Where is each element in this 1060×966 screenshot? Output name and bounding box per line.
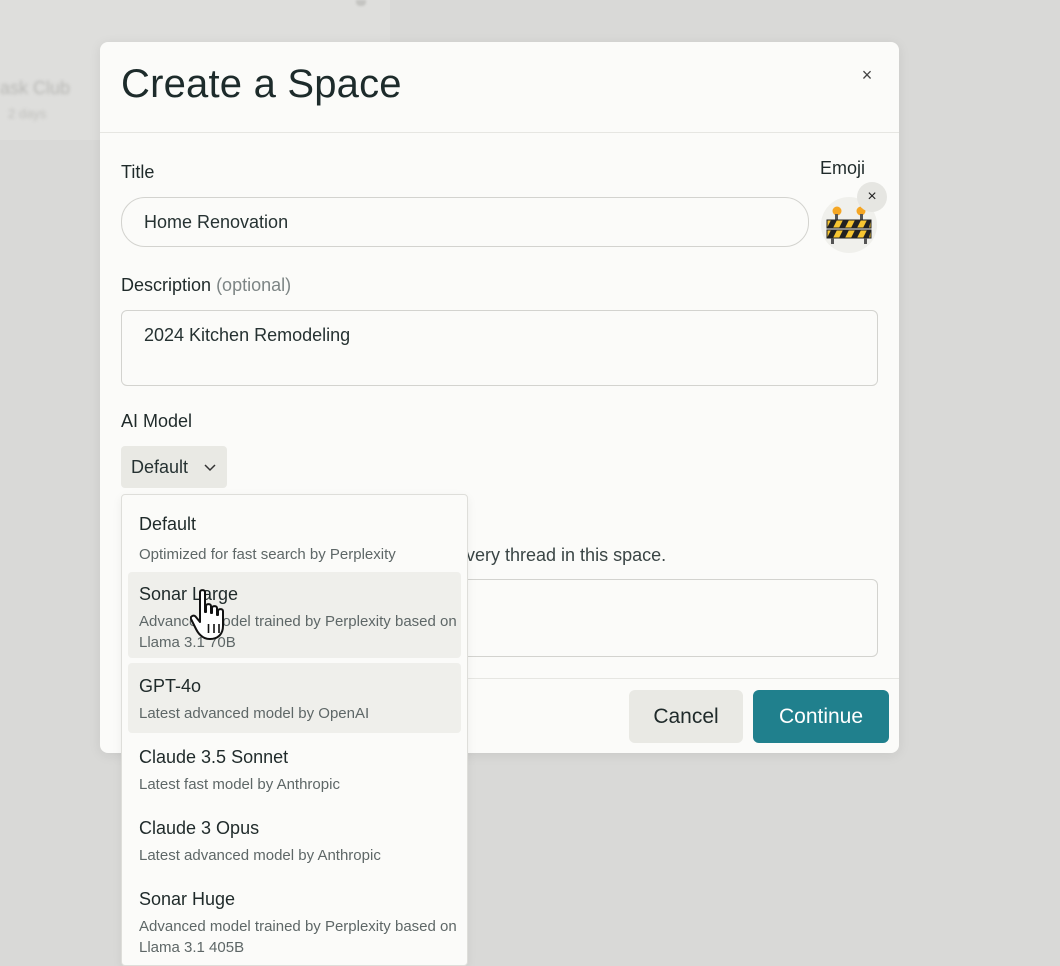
model-option-sonar-large[interactable]: Sonar Large Advanced model trained by Pe… bbox=[128, 572, 461, 658]
model-option-name: Sonar Large bbox=[139, 584, 239, 604]
ai-model-dropdown: Default Optimized for fast search by Per… bbox=[121, 494, 468, 966]
emoji-remove-button[interactable]: × bbox=[857, 182, 887, 212]
model-option-name: Default bbox=[139, 514, 197, 534]
model-option-claude-3-5-sonnet[interactable]: Claude 3.5 Sonnet Latest fast model by A… bbox=[128, 734, 461, 804]
model-option-sonar-huge[interactable]: Sonar Huge Advanced model trained by Per… bbox=[128, 876, 461, 962]
model-option-name: Sonar Huge bbox=[139, 889, 236, 909]
model-option-description: Advanced model trained by Perplexity bas… bbox=[139, 613, 457, 651]
model-option-description: Latest advanced model by OpenAI bbox=[139, 705, 370, 722]
chevron-down-icon bbox=[204, 464, 216, 472]
description-label-text: Description bbox=[121, 275, 212, 295]
model-option-name: GPT-4o bbox=[139, 676, 202, 696]
title-input[interactable]: Home Renovation bbox=[121, 197, 809, 247]
emoji-label: Emoji bbox=[820, 158, 866, 178]
ai-model-select[interactable]: Default bbox=[121, 446, 227, 488]
model-option-name: Claude 3 Opus bbox=[139, 818, 260, 838]
model-option-default[interactable]: Default Optimized for fast search by Per… bbox=[128, 501, 461, 567]
description-optional-text: (optional) bbox=[216, 275, 292, 295]
background-card-subtitle: 2 days bbox=[8, 106, 47, 121]
title-input-value: Home Renovation bbox=[144, 212, 289, 232]
close-icon[interactable]: × bbox=[856, 64, 878, 86]
model-option-claude-3-opus[interactable]: Claude 3 Opus Latest advanced model by A… bbox=[128, 805, 461, 875]
model-option-description: Optimized for fast search by Perplexity bbox=[139, 546, 396, 563]
continue-button[interactable]: Continue bbox=[753, 690, 889, 743]
instructions-input[interactable] bbox=[466, 579, 878, 657]
footer-divider bbox=[466, 678, 899, 679]
title-label: Title bbox=[121, 162, 155, 182]
description-label: Description (optional) bbox=[121, 275, 291, 296]
background-marker bbox=[356, 0, 366, 6]
ai-model-selected-value: Default bbox=[131, 457, 189, 477]
instructions-hint: very thread in this space. bbox=[466, 545, 667, 565]
model-option-name: Claude 3.5 Sonnet bbox=[139, 747, 289, 767]
description-input-value: 2024 Kitchen Remodeling bbox=[144, 325, 351, 345]
ai-model-label: AI Model bbox=[121, 411, 193, 431]
description-input[interactable]: 2024 Kitchen Remodeling bbox=[121, 310, 878, 386]
model-option-description: Latest advanced model by Anthropic bbox=[139, 847, 381, 864]
header-divider bbox=[100, 132, 899, 133]
background-card-title: ask Club bbox=[0, 78, 71, 98]
cancel-button[interactable]: Cancel bbox=[629, 690, 743, 743]
model-option-description: Latest fast model by Anthropic bbox=[139, 776, 340, 793]
modal-title: Create a Space bbox=[121, 62, 402, 106]
model-option-gpt-4o[interactable]: GPT-4o Latest advanced model by OpenAI bbox=[128, 663, 461, 733]
